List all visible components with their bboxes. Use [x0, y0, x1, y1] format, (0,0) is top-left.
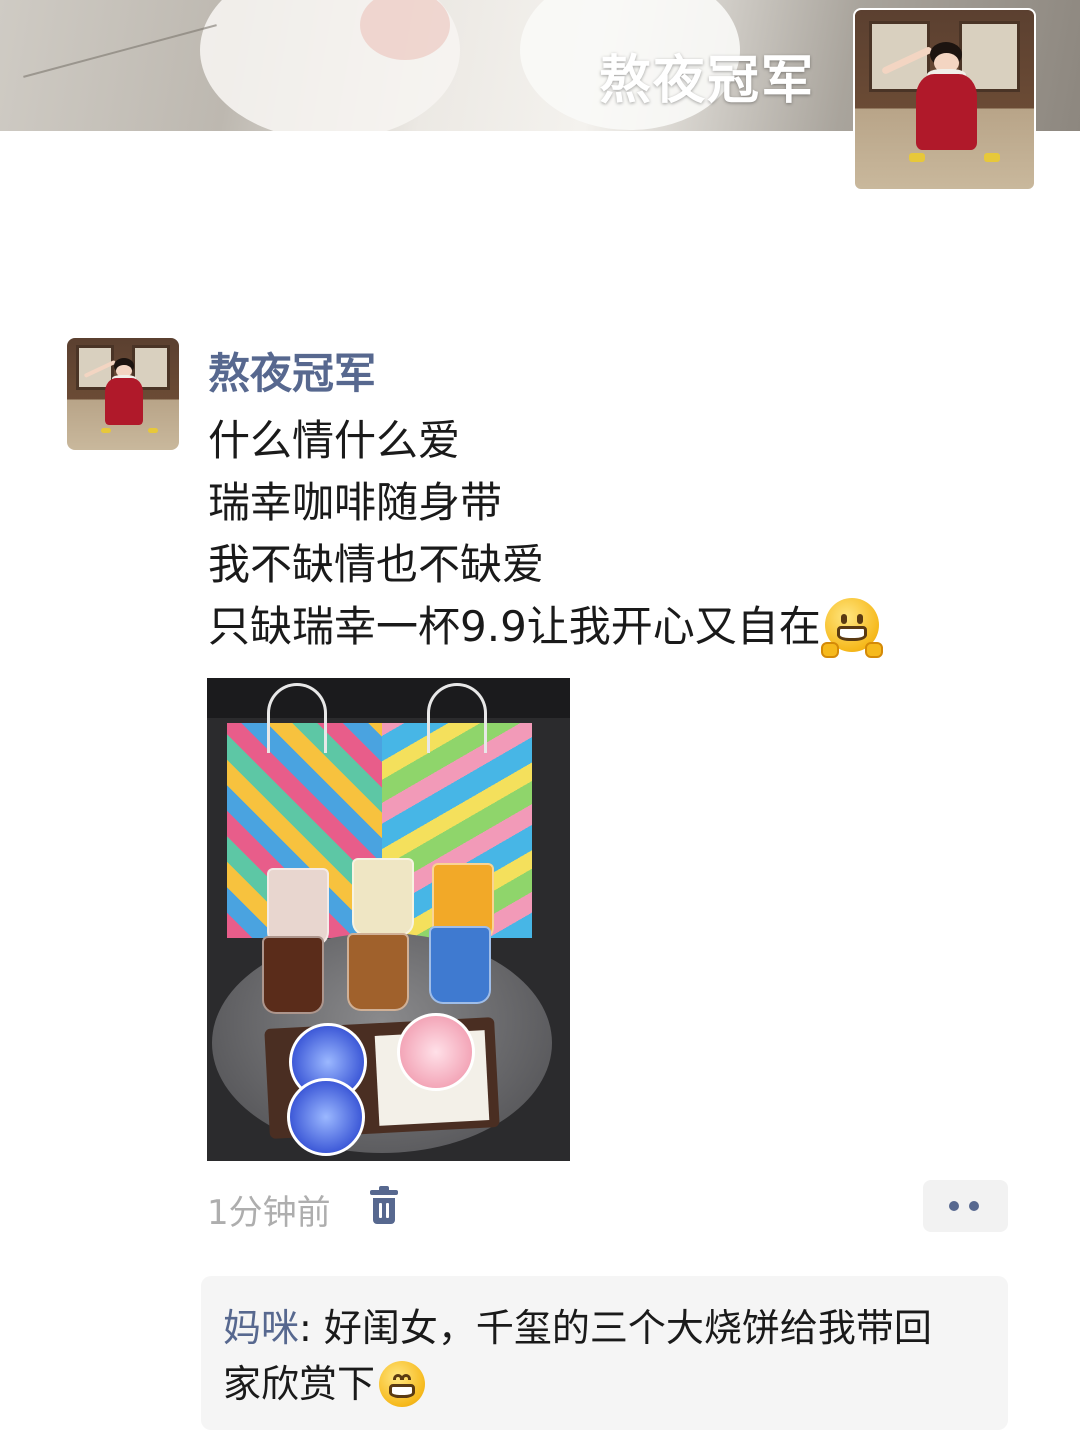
post-text-line: 瑞幸咖啡随身带 — [208, 478, 503, 527]
trash-body — [373, 1198, 395, 1224]
post-text-line: 什么情什么爱 — [208, 416, 461, 465]
comment-author[interactable]: 妈咪 — [223, 1306, 299, 1350]
bag-handle — [267, 683, 327, 753]
photo-cup — [352, 858, 414, 936]
comment-separator: : — [299, 1306, 324, 1350]
avatar-dress — [915, 74, 977, 150]
comment-item[interactable]: 妈咪: 好闺女，千玺的三个大烧饼给我带回家欣赏下 — [223, 1300, 983, 1412]
photo-cup — [429, 926, 491, 1004]
photo-coaster — [287, 1078, 365, 1156]
post-text-line-last: 只缺瑞幸一杯9.9让我开心又自在 — [208, 596, 1008, 658]
avatar-dress — [105, 378, 144, 426]
post-timestamp: 1分钟前 — [207, 1193, 331, 1233]
post-author-name[interactable]: 熬夜冠军 — [208, 340, 376, 401]
post-photo[interactable] — [207, 678, 570, 1161]
comment-text: 家欣赏下 — [223, 1362, 376, 1406]
dot — [949, 1201, 959, 1211]
photo-cup — [347, 933, 409, 1011]
post-text-line: 只缺瑞幸一杯9.9让我开心又自在 — [208, 602, 821, 651]
profile-name: 熬夜冠军 — [598, 51, 815, 111]
photo-cup — [262, 936, 324, 1014]
beaming-face-emoji-icon — [379, 1360, 426, 1407]
comments-panel: 妈咪: 好闺女，千玺的三个大烧饼给我带回家欣赏下 — [201, 1276, 1008, 1430]
more-dots-icon[interactable] — [923, 1180, 1008, 1232]
photo-background — [207, 678, 570, 718]
photo-cup — [267, 868, 329, 946]
avatar-shoe — [908, 153, 925, 163]
grinning-with-hands-emoji-icon — [820, 597, 883, 658]
comment-text: 好闺女，千玺的三个大烧饼给我带回 — [323, 1306, 932, 1350]
profile-avatar[interactable] — [853, 8, 1036, 191]
avatar-shoe — [147, 427, 158, 434]
post-text: 什么情什么爱 瑞幸咖啡随身带 我不缺情也不缺爱 只缺瑞幸一杯9.9让我开心又自在 — [208, 410, 1008, 658]
bag-handle — [427, 683, 487, 753]
avatar-shoe — [100, 427, 111, 434]
dot — [969, 1201, 979, 1211]
post-text-line: 我不缺情也不缺爱 — [208, 540, 545, 589]
post-author-avatar[interactable] — [67, 338, 179, 450]
trash-lid — [370, 1190, 398, 1195]
photo-coaster — [397, 1013, 475, 1091]
cover-decoration — [23, 24, 217, 78]
trash-icon[interactable] — [370, 1186, 398, 1224]
avatar-shoe — [983, 153, 1000, 163]
